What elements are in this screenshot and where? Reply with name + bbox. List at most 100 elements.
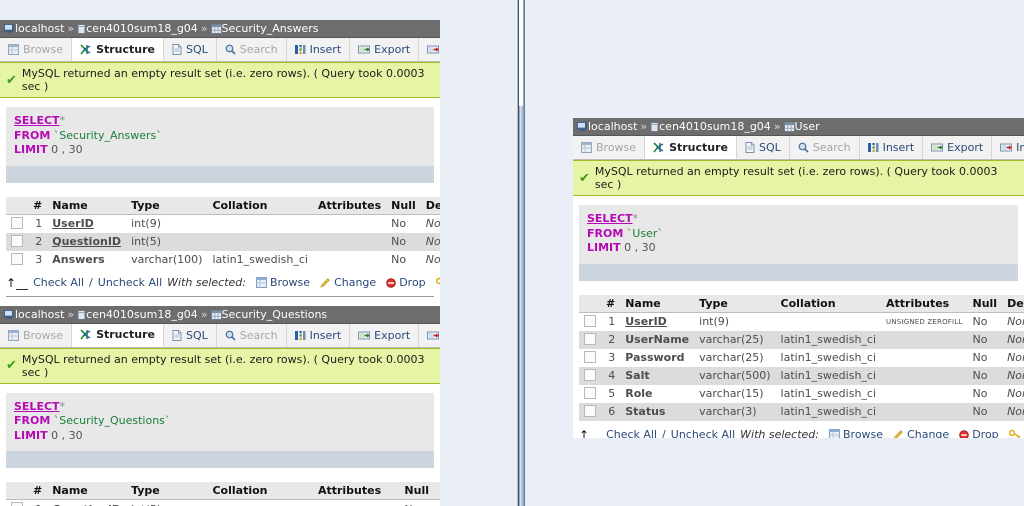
- tab-search[interactable]: Search: [216, 323, 287, 347]
- col-collation: Collation: [207, 196, 313, 215]
- tab-import[interactable]: Import: [419, 38, 440, 61]
- tab-sql[interactable]: SQL: [164, 38, 217, 61]
- tab-sql[interactable]: SQL: [164, 323, 217, 347]
- checkbox[interactable]: [584, 386, 596, 399]
- row-collation: latin1_swedish_ci: [775, 366, 882, 385]
- tab-insert[interactable]: Insert: [286, 38, 351, 61]
- tab-structure[interactable]: Structure: [645, 136, 737, 159]
- breadcrumb[interactable]: localhost» cen4010sum18_g04» Security_Ques…: [0, 305, 440, 324]
- tab-export[interactable]: Export: [350, 38, 420, 61]
- row-name[interactable]: UserID: [47, 214, 127, 233]
- breadcrumb-database[interactable]: cen4010sum18_g04: [659, 120, 771, 133]
- row-checkbox[interactable]: [6, 214, 28, 233]
- row-name[interactable]: UserName: [620, 330, 695, 349]
- breadcrumb-server[interactable]: localhost: [15, 22, 64, 35]
- row-name[interactable]: Status: [620, 402, 695, 421]
- row-checkbox[interactable]: [579, 330, 601, 349]
- sql-query-box[interactable]: SELECT* FROM `User` LIMIT 0 , 30: [579, 205, 1018, 281]
- table-row[interactable]: 4 Salt varchar(500) latin1_swedish_ci No…: [579, 366, 1024, 385]
- footer-action-drop[interactable]: Drop: [959, 428, 999, 438]
- row-name[interactable]: QuestionID: [47, 499, 127, 506]
- tab-insert[interactable]: Insert: [859, 136, 924, 159]
- tab-import[interactable]: Import: [992, 136, 1024, 159]
- checkbox[interactable]: [11, 502, 23, 506]
- footer-action-drop[interactable]: Drop: [386, 276, 426, 289]
- table-row[interactable]: 3 Answers varchar(100) latin1_swedish_ci…: [6, 250, 440, 269]
- col-default: Default: [420, 196, 440, 215]
- footer-action-browse[interactable]: Browse: [256, 276, 310, 289]
- table-row[interactable]: 2 QuestionID int(5) No None Change: [6, 232, 440, 251]
- tab-browse[interactable]: Browse: [573, 136, 646, 159]
- row-name[interactable]: QuestionID: [47, 232, 127, 251]
- row-checkbox[interactable]: [6, 250, 28, 269]
- sql-star: *: [59, 399, 66, 413]
- row-checkbox[interactable]: [579, 402, 601, 421]
- checkbox[interactable]: [584, 368, 596, 381]
- tab-insert[interactable]: Insert: [286, 323, 351, 347]
- window-split-scrollbar[interactable]: [516, 0, 525, 506]
- sql-table-name: `User`: [626, 226, 663, 240]
- checkbox[interactable]: [584, 314, 596, 327]
- checkbox[interactable]: [584, 404, 596, 417]
- breadcrumb-database[interactable]: cen4010sum18_g04: [86, 308, 198, 321]
- breadcrumb-server[interactable]: localhost: [588, 120, 637, 133]
- breadcrumb-table[interactable]: User: [795, 120, 820, 133]
- checkbox[interactable]: [11, 234, 23, 247]
- breadcrumb-database[interactable]: cen4010sum18_g04: [86, 22, 198, 35]
- tab-structure[interactable]: Structure: [72, 38, 164, 61]
- tab-search[interactable]: Search: [789, 136, 860, 159]
- tab-search[interactable]: Search: [216, 38, 287, 61]
- tab-export[interactable]: Export: [350, 323, 420, 347]
- footer-action-change[interactable]: Change: [320, 276, 376, 289]
- row-checkbox[interactable]: [6, 499, 28, 506]
- table-row[interactable]: 6 Status varchar(3) latin1_swedish_ci No…: [579, 402, 1024, 421]
- checkbox[interactable]: [11, 216, 23, 229]
- scrollbar-thumb[interactable]: [519, 0, 523, 106]
- footer-action-primary[interactable]: Primary: [435, 276, 440, 289]
- checkbox[interactable]: [11, 252, 23, 265]
- row-name[interactable]: Salt: [620, 366, 695, 385]
- row-checkbox[interactable]: [579, 312, 601, 331]
- footer-action-change[interactable]: Change: [893, 428, 949, 438]
- table-row[interactable]: 1 QuestionID int(5) UNSIGNED ZEROFILL No…: [6, 499, 440, 506]
- table-row[interactable]: 3 Password varchar(25) latin1_swedish_ci…: [579, 348, 1024, 367]
- check-all-link[interactable]: Check All: [606, 428, 657, 438]
- row-null: No: [967, 312, 1003, 331]
- row-checkbox[interactable]: [579, 348, 601, 367]
- row-checkbox[interactable]: [579, 384, 601, 403]
- breadcrumb-table[interactable]: Security_Questions: [222, 308, 328, 321]
- breadcrumb[interactable]: localhost» cen4010sum18_g04» User: [573, 118, 1024, 136]
- tab-import[interactable]: Import: [419, 323, 440, 347]
- table-row[interactable]: 5 Role varchar(15) latin1_swedish_ci No …: [579, 384, 1024, 403]
- tab-browse[interactable]: Browse: [0, 323, 73, 347]
- row-name[interactable]: UserID: [620, 312, 695, 331]
- checkbox[interactable]: [584, 350, 596, 363]
- sql-query-box[interactable]: SELECT* FROM `Security_Questions` LIMIT …: [6, 392, 434, 469]
- status-notice: ✔ MySQL returned an empty result set (i.…: [573, 160, 1024, 196]
- breadcrumb[interactable]: localhost» cen4010sum18_g04» Security_Answ…: [0, 20, 440, 38]
- table-row[interactable]: 1 UserID int(9) No None Change: [6, 214, 440, 233]
- footer-action-browse[interactable]: Browse: [829, 428, 883, 438]
- footer-action-primary[interactable]: Primary: [1008, 428, 1024, 438]
- tab-export[interactable]: Export: [923, 136, 993, 159]
- table-row[interactable]: 2 UserName varchar(25) latin1_swedish_ci…: [579, 330, 1024, 349]
- row-name[interactable]: Answers: [47, 250, 127, 269]
- row-checkbox[interactable]: [6, 232, 28, 251]
- checkbox[interactable]: [584, 332, 596, 345]
- tab-browse[interactable]: Browse: [0, 38, 73, 61]
- breadcrumb-server[interactable]: localhost: [15, 308, 64, 321]
- check-all-link[interactable]: Check All: [33, 276, 84, 289]
- sql-keyword-limit: LIMIT: [14, 428, 48, 442]
- sql-query-box[interactable]: SELECT* FROM `Security_Answers` LIMIT 0 …: [6, 107, 434, 183]
- row-name[interactable]: Password: [620, 348, 695, 367]
- row-attributes: [881, 366, 968, 385]
- tab-insert-label: Insert: [309, 328, 342, 342]
- uncheck-all-link[interactable]: Uncheck All: [671, 428, 735, 438]
- breadcrumb-table[interactable]: Security_Answers: [222, 22, 319, 35]
- tab-sql[interactable]: SQL: [737, 136, 790, 159]
- tab-structure[interactable]: Structure: [72, 323, 164, 347]
- uncheck-all-link[interactable]: Uncheck All: [98, 276, 162, 289]
- row-name[interactable]: Role: [620, 384, 695, 403]
- row-checkbox[interactable]: [579, 366, 601, 385]
- table-row[interactable]: 1 UserID int(9) UNSIGNED ZEROFILL No Non…: [579, 312, 1024, 331]
